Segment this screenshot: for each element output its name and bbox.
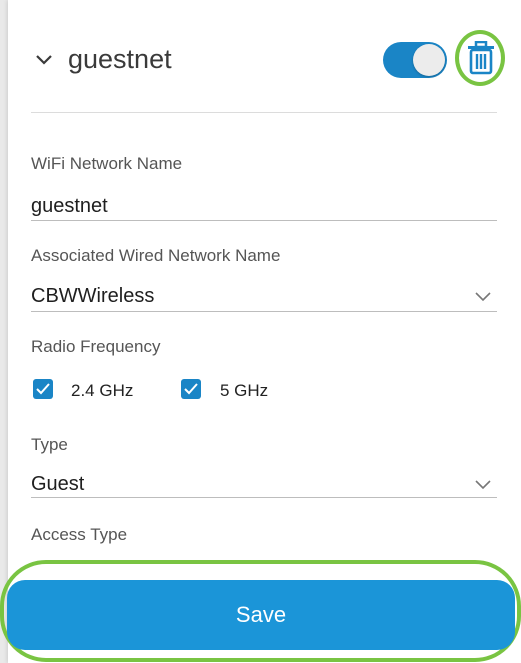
type-underline — [31, 497, 497, 498]
radio-frequency-label: Radio Frequency — [31, 337, 161, 356]
access-type-label: Access Type — [31, 525, 128, 544]
checkbox-5ghz[interactable] — [181, 379, 201, 399]
checkbox-2-4ghz[interactable] — [33, 379, 53, 399]
network-header: guestnet — [8, 0, 521, 112]
ssid-input[interactable]: guestnet — [31, 195, 108, 218]
checkbox-2-4ghz-label: 2.4 GHz — [71, 381, 134, 400]
network-enable-toggle[interactable] — [383, 42, 447, 78]
save-button[interactable]: Save — [7, 580, 515, 650]
chevron-down-icon[interactable] — [34, 50, 54, 70]
wired-network-label: Associated Wired Network Name — [31, 246, 281, 265]
checkbox-5ghz-label: 5 GHz — [220, 381, 269, 400]
ssid-underline — [31, 220, 497, 221]
wired-network-select[interactable]: CBWWireless — [31, 285, 154, 308]
wired-network-underline — [31, 311, 497, 312]
ssid-label: WiFi Network Name — [31, 154, 183, 173]
check-icon — [36, 383, 50, 395]
type-select[interactable]: Guest — [31, 473, 84, 496]
check-icon — [184, 383, 198, 395]
chevron-down-icon[interactable] — [474, 291, 492, 303]
header-divider — [31, 112, 497, 113]
trash-icon[interactable] — [466, 41, 496, 75]
type-label: Type — [31, 435, 68, 454]
network-title: guestnet — [68, 44, 172, 74]
toggle-knob — [413, 44, 445, 76]
chevron-down-icon[interactable] — [474, 479, 492, 491]
